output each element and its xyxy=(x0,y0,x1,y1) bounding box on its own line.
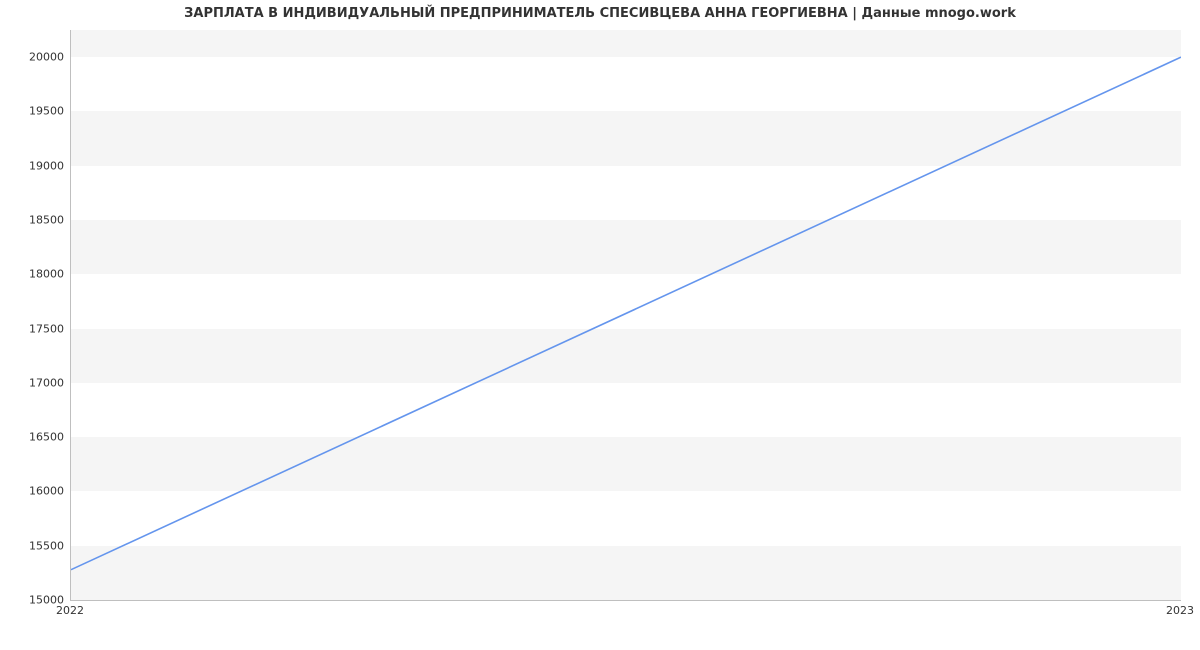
y-tick-label: 16000 xyxy=(0,485,64,498)
y-tick-label: 17000 xyxy=(0,376,64,389)
y-tick-label: 15500 xyxy=(0,539,64,552)
chart-title: ЗАРПЛАТА В ИНДИВИДУАЛЬНЫЙ ПРЕДПРИНИМАТЕЛ… xyxy=(0,6,1200,21)
y-tick-label: 16500 xyxy=(0,431,64,444)
y-tick-label: 20000 xyxy=(0,51,64,64)
line-series xyxy=(71,30,1181,600)
y-tick-label: 15000 xyxy=(0,594,64,607)
chart-container: ЗАРПЛАТА В ИНДИВИДУАЛЬНЫЙ ПРЕДПРИНИМАТЕЛ… xyxy=(0,0,1200,650)
plot-area xyxy=(70,30,1181,601)
x-tick-label: 2023 xyxy=(1166,604,1194,617)
x-axis-ticks: 20222023 xyxy=(70,604,1180,624)
y-tick-label: 19000 xyxy=(0,159,64,172)
y-tick-label: 19500 xyxy=(0,105,64,118)
data-line xyxy=(71,57,1181,570)
x-tick-label: 2022 xyxy=(56,604,84,617)
y-tick-label: 18500 xyxy=(0,214,64,227)
y-tick-label: 17500 xyxy=(0,322,64,335)
y-axis-ticks: 1500015500160001650017000175001800018500… xyxy=(0,30,64,600)
y-tick-label: 18000 xyxy=(0,268,64,281)
